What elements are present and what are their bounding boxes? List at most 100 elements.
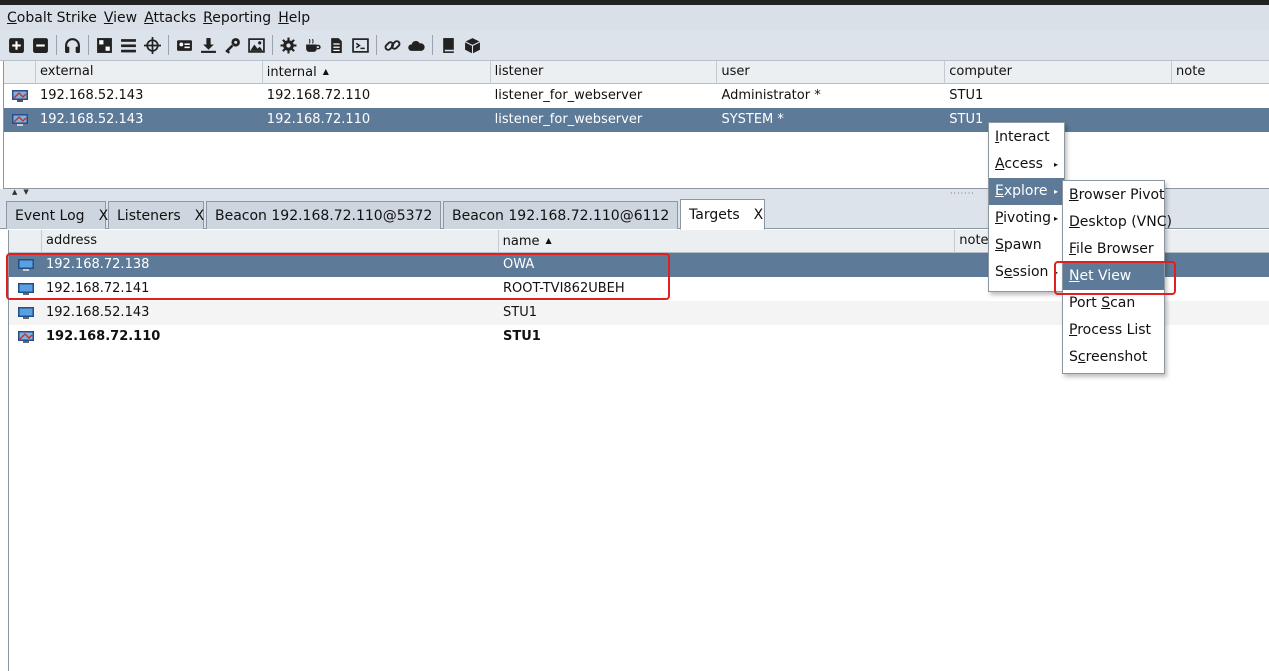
tab-beacon-5372[interactable]: Beacon 192.168.72.110@5372X	[206, 201, 456, 229]
tab-label: Event Log	[15, 207, 85, 224]
image-icon[interactable]	[246, 35, 266, 55]
menu-item-desktop-vnc[interactable]: Desktop (VNC)	[1063, 209, 1172, 236]
book-icon[interactable]	[438, 35, 458, 55]
menu-view[interactable]: View	[104, 10, 137, 26]
menu-mnemonic: D	[1069, 214, 1080, 230]
column-label: name	[502, 234, 540, 249]
toolbar-separator	[376, 35, 377, 55]
menu-attacks[interactable]: Attacks	[144, 10, 196, 26]
menu-mnemonic: V	[103, 9, 114, 26]
coffee-icon[interactable]	[302, 35, 322, 55]
cell-listener: listener_for_webserver	[494, 112, 643, 127]
cell-internal: 192.168.72.110	[266, 88, 371, 103]
menu-item-screenshot[interactable]: Screenshot	[1063, 344, 1164, 371]
menu-cobalt-strike[interactable]: Cobalt Strike	[7, 10, 97, 26]
tab-close-button[interactable]: X	[195, 208, 205, 224]
key-icon[interactable]	[222, 35, 242, 55]
column-label: user	[721, 64, 750, 79]
menu-reporting[interactable]: Reporting	[203, 10, 271, 26]
menu-item-label: rowser Pivot	[1078, 187, 1165, 203]
icon-column-header[interactable]	[4, 61, 36, 84]
toolbar-separator	[56, 35, 57, 55]
credential-icon[interactable]	[174, 35, 194, 55]
menu-mnemonic: e	[1003, 264, 1013, 280]
icon-column-header[interactable]	[9, 230, 42, 253]
menu-item-session[interactable]: Session ▸	[989, 259, 1064, 286]
column-label: external	[39, 64, 94, 79]
tab-targets[interactable]: Targets X	[680, 199, 765, 230]
highlight-box-net-view	[1054, 261, 1176, 295]
tab-close-button[interactable]: X	[99, 208, 109, 224]
beacon-computer-icon	[4, 108, 36, 132]
menu-item-pivoting[interactable]: Pivoting ▸	[989, 205, 1064, 232]
menu-item-access[interactable]: Access ▸	[989, 151, 1064, 178]
menu-mnemonic: S	[1101, 295, 1111, 311]
menu-item-spawn[interactable]: Spawn	[989, 232, 1064, 259]
tab-event-log[interactable]: Event Log X	[6, 201, 109, 229]
plus-icon[interactable]	[6, 35, 26, 55]
column-header-address[interactable]: address	[42, 230, 499, 253]
document-icon[interactable]	[326, 35, 346, 55]
column-header-note[interactable]: note	[1172, 61, 1269, 84]
cell-computer: STU1	[949, 88, 984, 103]
menu-label: iew	[113, 9, 138, 26]
menu-mnemonic: B	[1069, 187, 1079, 203]
menu-item-label: nteract	[999, 129, 1050, 145]
link-icon[interactable]	[382, 35, 402, 55]
tab-beacon-6112[interactable]: Beacon 192.168.72.110@6112X	[443, 201, 693, 229]
submenu-arrow-icon: ▸	[1053, 214, 1058, 223]
column-header-internal[interactable]: internal ▲	[263, 61, 491, 84]
target-icon[interactable]	[142, 35, 162, 55]
package-icon[interactable]	[462, 35, 482, 55]
beacon-row[interactable]: 192.168.52.143 192.168.72.110 listener_f…	[4, 84, 1269, 108]
splitter-arrows-icon[interactable]: ▲▼	[12, 188, 35, 196]
beacon-row-selected[interactable]: 192.168.52.143 192.168.72.110 listener_f…	[4, 108, 1269, 132]
beacon-host-icon	[9, 325, 42, 349]
toolbar	[0, 30, 1269, 61]
menu-item-browser-pivot[interactable]: Browser Pivot	[1063, 182, 1165, 209]
column-header-computer[interactable]: computer	[945, 61, 1173, 84]
column-header-external[interactable]: external	[36, 61, 263, 84]
download-icon[interactable]	[198, 35, 218, 55]
menu-item-label: pawn	[1003, 237, 1042, 253]
tab-listeners[interactable]: Listeners X	[108, 201, 204, 229]
column-header-user[interactable]: user	[717, 61, 946, 84]
menu-item-interact[interactable]: Interact	[989, 124, 1064, 151]
menu-item-label: ccess	[1004, 156, 1043, 172]
menu-label: ttacks	[153, 9, 197, 26]
menu-item-label: S	[1069, 349, 1078, 365]
menu-help[interactable]: Help	[278, 10, 310, 26]
cell-external: 192.168.52.143	[39, 112, 144, 127]
menu-mnemonic: E	[995, 183, 1004, 199]
menu-item-label: can	[1110, 295, 1136, 311]
session-list-icon[interactable]	[118, 35, 138, 55]
menu-mnemonic: c	[1077, 349, 1086, 365]
minus-icon[interactable]	[30, 35, 50, 55]
console-icon[interactable]	[350, 35, 370, 55]
menu-item-label: ile Browser	[1076, 241, 1154, 257]
menu-item-label: ivoting	[1003, 210, 1052, 226]
windows-host-icon	[9, 301, 42, 325]
menu-item-file-browser[interactable]: File Browser	[1063, 236, 1164, 263]
headphones-icon[interactable]	[62, 35, 82, 55]
column-label: address	[45, 233, 98, 248]
gear-icon[interactable]	[278, 35, 298, 55]
menu-mnemonic: F	[1069, 241, 1077, 257]
cell-user: Administrator *	[721, 88, 821, 103]
tab-label: Beacon 192.168.72.110@5372	[215, 207, 433, 224]
cloud-icon[interactable]	[406, 35, 426, 55]
menu-item-process-list[interactable]: Process List	[1063, 317, 1164, 344]
pivot-graph-icon[interactable]	[94, 35, 114, 55]
column-header-listener[interactable]: listener	[491, 61, 718, 84]
column-header-name[interactable]: name ▲	[499, 230, 956, 253]
submenu-arrow-icon: ▸	[1053, 160, 1058, 169]
toolbar-separator	[272, 35, 273, 55]
column-label: internal	[266, 65, 317, 80]
beacons-table: external internal ▲ listener user compute…	[3, 61, 1269, 189]
menu-mnemonic: P	[995, 210, 1004, 226]
cell-address: 192.168.72.110	[46, 329, 161, 344]
tab-close-button[interactable]: X	[754, 207, 764, 223]
column-label: note	[1176, 64, 1206, 79]
menu-mnemonic: A	[995, 156, 1005, 172]
menu-item-explore[interactable]: Explore ▸	[989, 178, 1064, 205]
